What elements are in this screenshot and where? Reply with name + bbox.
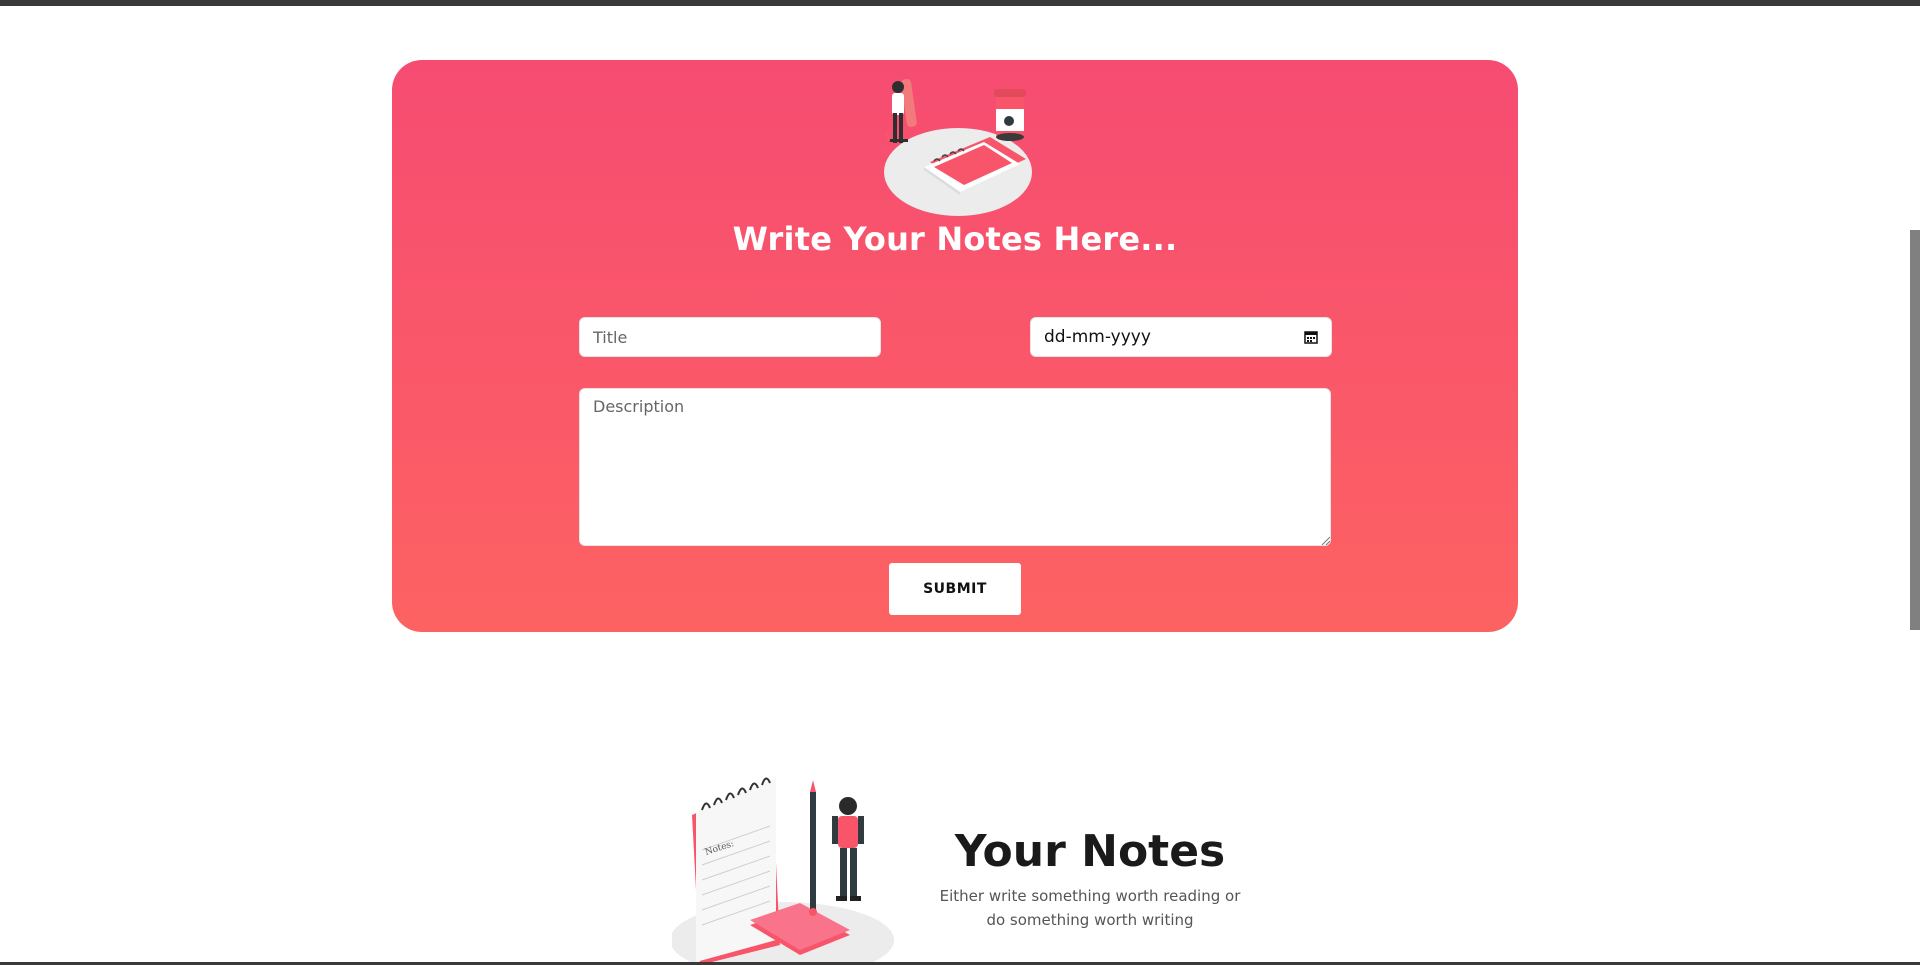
calendar-icon[interactable]	[1304, 330, 1318, 344]
window-top-bar	[0, 0, 1920, 6]
notepad-person-illustration: Notes:	[672, 777, 894, 965]
note-form-card: Write Your Notes Here... dd-mm-yyyy SUBM…	[392, 60, 1518, 632]
date-value: dd-mm-yyyy	[1044, 327, 1151, 347]
form-heading: Write Your Notes Here...	[732, 220, 1178, 258]
title-input[interactable]	[579, 317, 881, 357]
page-scrollbar-thumb[interactable]	[1910, 230, 1920, 630]
date-input[interactable]: dd-mm-yyyy	[1030, 317, 1332, 357]
notes-section-subtitle: Either write something worth reading or …	[939, 887, 1241, 929]
resize-grip-icon[interactable]	[1320, 535, 1330, 545]
notes-section-heading: Your Notes	[954, 826, 1226, 877]
submit-button[interactable]: SUBMIT	[889, 563, 1021, 615]
writing-notes-illustration	[883, 79, 1032, 216]
description-textarea[interactable]	[579, 388, 1331, 546]
